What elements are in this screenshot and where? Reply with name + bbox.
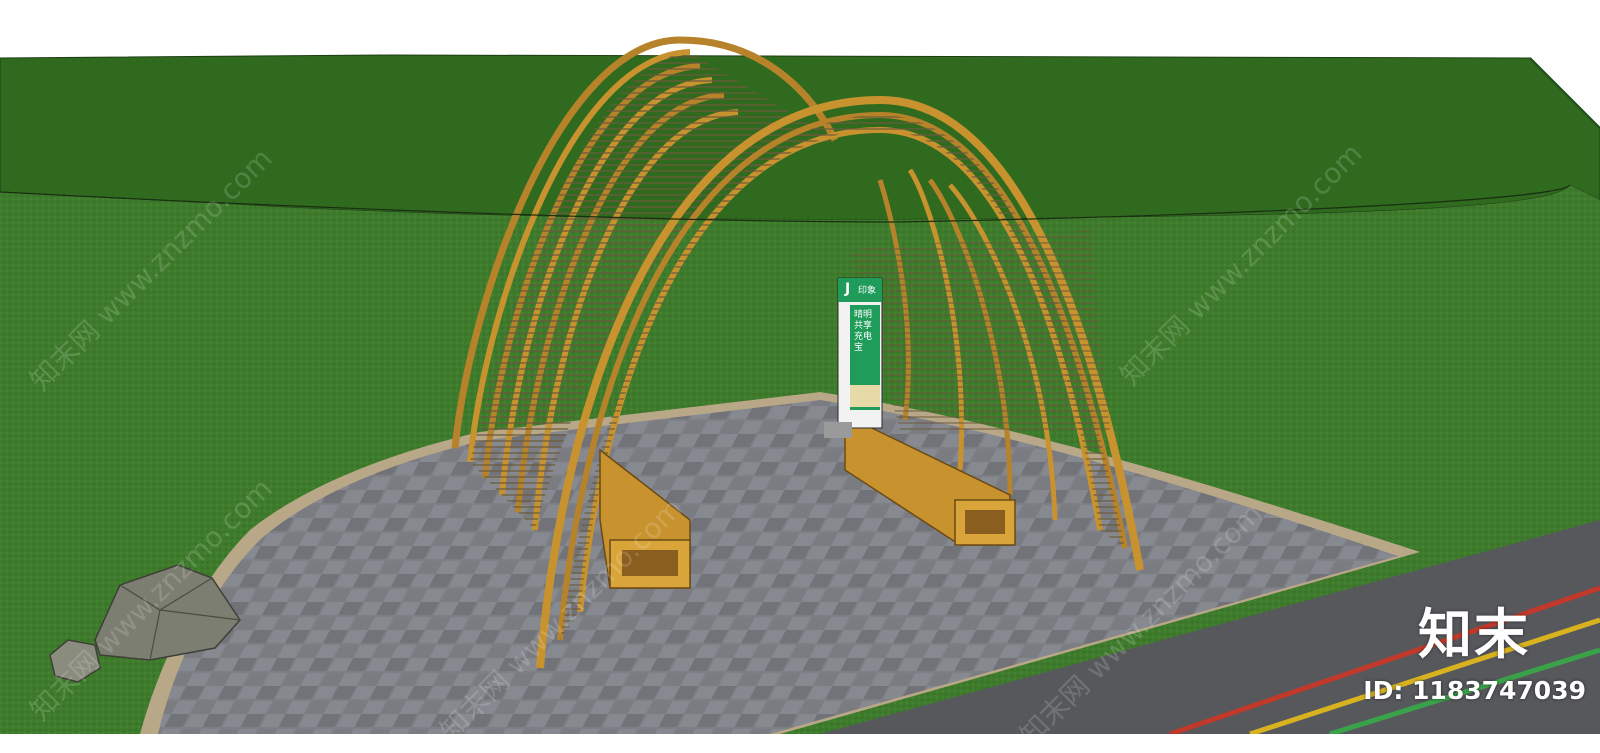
landscape-scene	[0, 0, 1600, 734]
sign-logo: J	[845, 281, 851, 297]
sign-header: 印象	[858, 286, 877, 296]
sign-slogan: 晴明共享充电宝	[854, 310, 873, 353]
watermark-brand: 知末	[1418, 603, 1530, 666]
image-id-label: ID: 1183747039	[1363, 676, 1586, 705]
